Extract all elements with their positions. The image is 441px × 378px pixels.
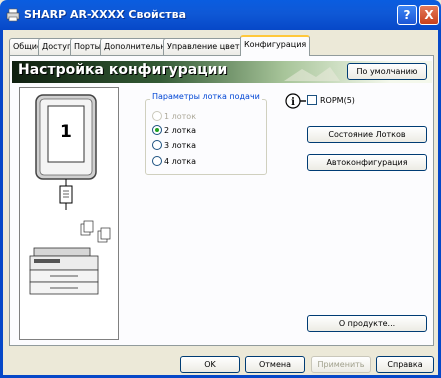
- radio-button[interactable]: [152, 125, 162, 135]
- radio-label: 4 лотка: [164, 157, 197, 166]
- title-bar[interactable]: SHARP AR-XXXX Свойства ? X: [0, 0, 441, 30]
- tray-number: 1: [60, 122, 72, 142]
- auto-configuration-button[interactable]: Автоконфигурация: [307, 154, 427, 171]
- radio-label: 2 лотка: [164, 126, 197, 135]
- apply-button[interactable]: Применить: [311, 356, 371, 373]
- radio-2-trays[interactable]: 2 лотка: [152, 125, 196, 136]
- tab-configuration[interactable]: Конфигурация: [240, 35, 311, 56]
- printer-preview: 1: [19, 87, 119, 340]
- ok-button[interactable]: OK: [180, 356, 240, 373]
- tray-status-button[interactable]: Состояние Лотков: [307, 126, 427, 143]
- window-title: SHARP AR-XXXX Свойства: [24, 8, 186, 21]
- radio-button[interactable]: [152, 111, 162, 121]
- decorative-image: [284, 67, 340, 81]
- svg-text:i: i: [291, 97, 295, 108]
- banner-title: Настройка конфигурации: [18, 62, 228, 78]
- radio-label: 1 лоток: [164, 112, 197, 121]
- ropm-checkbox[interactable]: [307, 95, 317, 105]
- ropm-checkbox-row[interactable]: ROPM(5): [307, 95, 355, 106]
- cancel-button[interactable]: Отмена: [245, 356, 305, 373]
- radio-1-tray[interactable]: 1 лоток: [152, 111, 196, 122]
- ropm-label: ROPM(5): [320, 96, 355, 105]
- radio-3-trays[interactable]: 3 лотка: [152, 140, 196, 151]
- radio-label: 3 лотка: [164, 141, 197, 150]
- tray-options-legend: Параметры лотка подачи: [150, 92, 262, 101]
- radio-button[interactable]: [152, 156, 162, 166]
- help-button[interactable]: Справка: [376, 356, 434, 373]
- radio-4-trays[interactable]: 4 лотка: [152, 156, 196, 167]
- defaults-button[interactable]: По умолчанию: [347, 63, 427, 80]
- info-icon[interactable]: i: [285, 92, 307, 110]
- close-icon[interactable]: X: [419, 5, 439, 25]
- printer-icon: [6, 8, 20, 22]
- help-icon[interactable]: ?: [397, 5, 417, 25]
- radio-button[interactable]: [152, 140, 162, 150]
- about-button[interactable]: О продукте...: [307, 315, 427, 332]
